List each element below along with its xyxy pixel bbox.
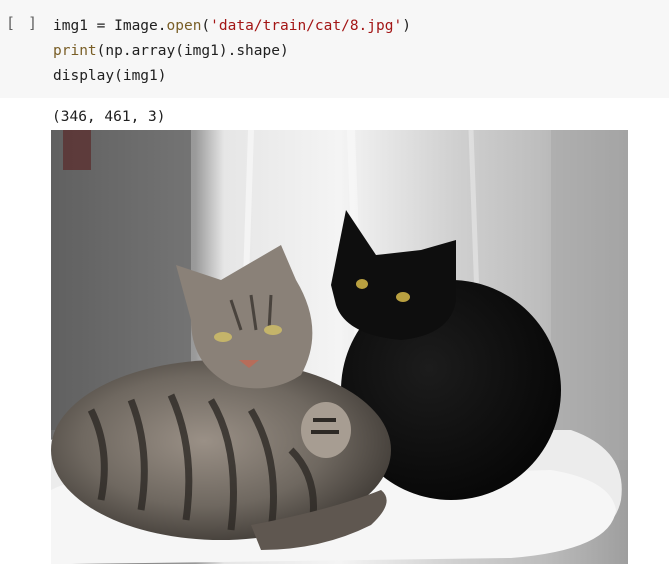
code-token: img1 = Image. bbox=[53, 18, 167, 34]
code-editor[interactable]: img1 = Image.open('data/train/cat/8.jpg'… bbox=[53, 14, 411, 89]
code-line-2: print(np.array(img1).shape) bbox=[53, 43, 289, 59]
output-image bbox=[51, 130, 628, 564]
code-token-function: open bbox=[166, 18, 202, 34]
code-token: (np.array(img1).shape) bbox=[96, 43, 289, 59]
code-token: ) bbox=[402, 18, 411, 34]
cats-photo bbox=[51, 130, 628, 564]
code-token-string: 'data/train/cat/8.jpg' bbox=[210, 18, 403, 34]
output-shape-text: (346, 461, 3) bbox=[52, 109, 166, 125]
run-prompt[interactable]: [ ] bbox=[6, 14, 39, 32]
code-line-3: display(img1) bbox=[53, 68, 167, 84]
code-token: ( bbox=[201, 18, 211, 34]
code-cell[interactable]: [ ] img1 = Image.open('data/train/cat/8.… bbox=[0, 0, 669, 98]
code-line-1: img1 = Image.open('data/train/cat/8.jpg'… bbox=[53, 18, 411, 34]
code-token-function: print bbox=[53, 43, 97, 59]
